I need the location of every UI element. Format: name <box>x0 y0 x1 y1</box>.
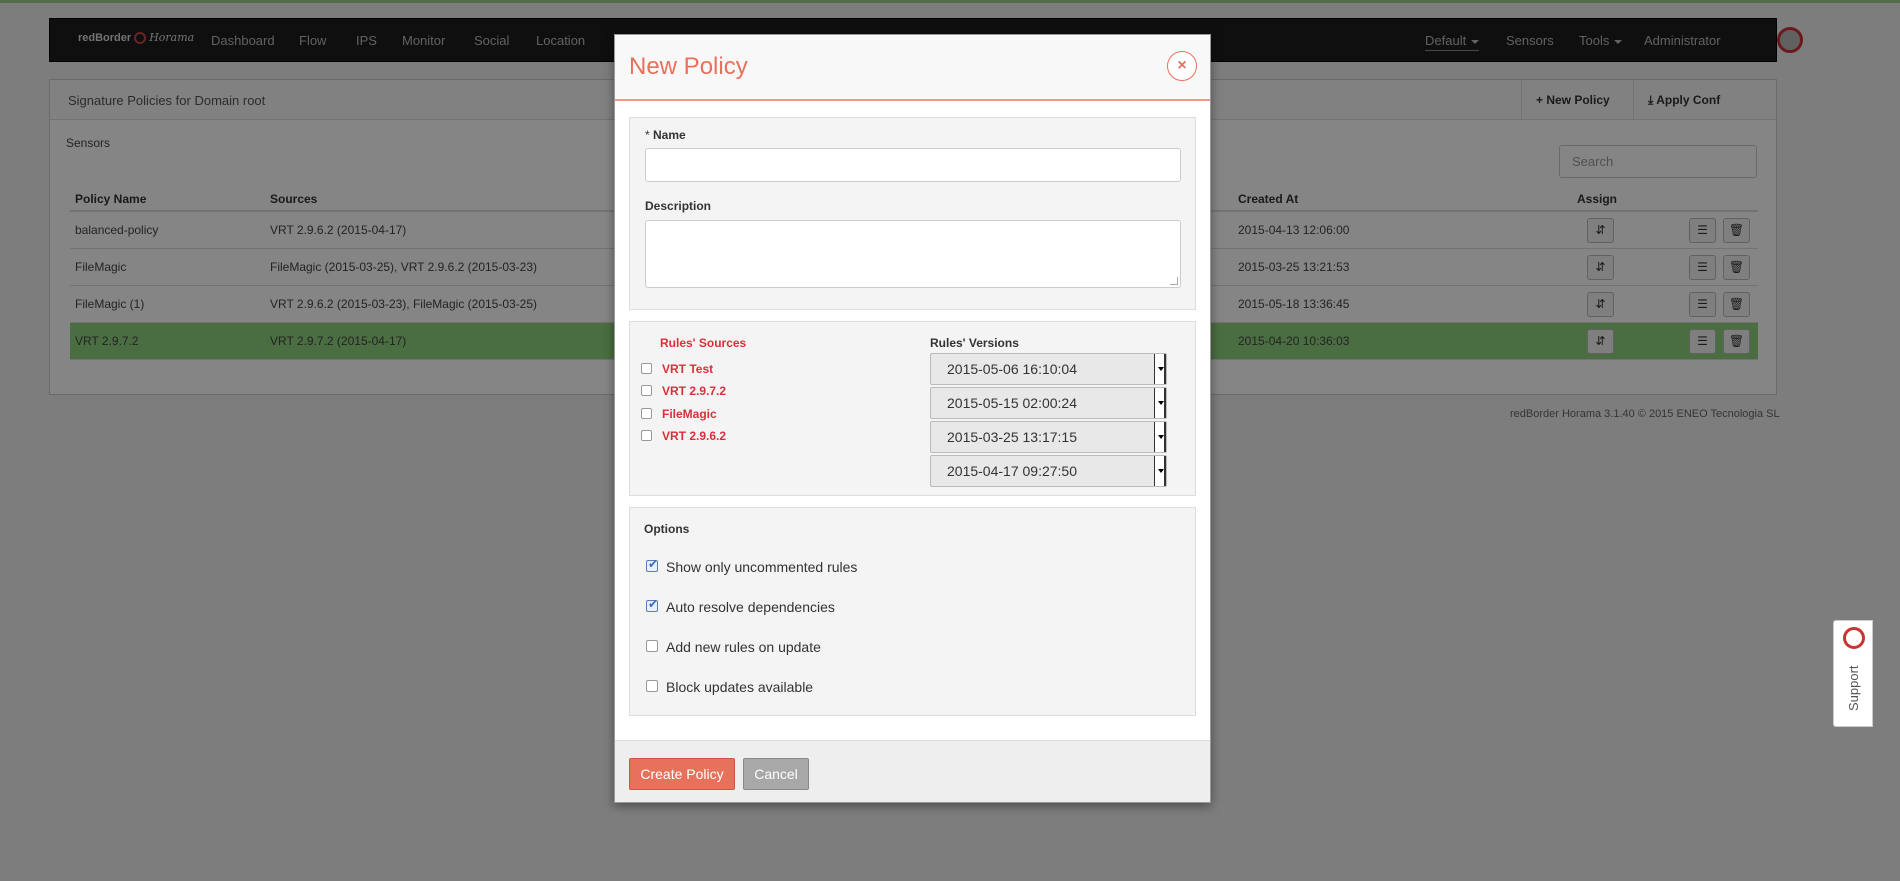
version-select-vrt-test[interactable]: 2015-05-06 16:10:04 <box>930 353 1167 385</box>
option-auto-resolve[interactable]: Auto resolve dependencies <box>646 597 835 615</box>
source-label: VRT 2.9.6.2 <box>662 429 727 443</box>
name-label: * Name <box>645 128 686 142</box>
name-label-text: Name <box>653 128 686 142</box>
options-fieldset: Options Show only uncommented rules Auto… <box>629 507 1196 716</box>
option-show-uncommented[interactable]: Show only uncommented rules <box>646 557 858 575</box>
rules-versions-title: Rules' Versions <box>930 336 1019 350</box>
support-label: Support <box>1846 665 1861 711</box>
source-vrt-2962[interactable]: VRT 2.9.6.2 <box>641 429 726 443</box>
name-input[interactable] <box>645 148 1181 182</box>
source-vrt-2972[interactable]: VRT 2.9.7.2 <box>641 384 726 398</box>
chevron-down-icon[interactable] <box>1154 354 1166 384</box>
version-select-filemagic[interactable]: 2015-03-25 13:17:15 <box>930 421 1167 453</box>
chevron-down-icon[interactable] <box>1154 388 1166 418</box>
modal-footer: Create Policy Cancel <box>615 740 1210 802</box>
version-select-vrt-2972[interactable]: 2015-05-15 02:00:24 <box>930 387 1167 419</box>
option-block-updates[interactable]: Block updates available <box>646 679 813 695</box>
option-add-new-rules[interactable]: Add new rules on update <box>646 639 821 655</box>
source-checkbox[interactable] <box>641 408 652 420</box>
version-value: 2015-04-17 09:27:50 <box>947 463 1077 479</box>
option-checkbox[interactable] <box>646 597 658 613</box>
source-checkbox[interactable] <box>641 363 652 375</box>
option-label: Add new rules on update <box>666 639 821 655</box>
option-label: Auto resolve dependencies <box>666 599 835 615</box>
option-checkbox[interactable] <box>646 680 658 693</box>
option-checkbox[interactable] <box>646 557 658 573</box>
source-checkbox[interactable] <box>641 385 652 397</box>
version-value: 2015-05-15 02:00:24 <box>947 395 1077 411</box>
description-textarea[interactable] <box>645 220 1181 288</box>
version-select-vrt-2962[interactable]: 2015-04-17 09:27:50 <box>930 455 1167 487</box>
version-value: 2015-03-25 13:17:15 <box>947 429 1077 445</box>
chevron-down-icon[interactable] <box>1154 422 1166 452</box>
source-vrt-test[interactable]: VRT Test <box>641 362 713 376</box>
modal-header: New Policy × <box>615 35 1210 101</box>
source-label: FileMagic <box>662 407 717 421</box>
source-filemagic[interactable]: FileMagic <box>641 407 717 421</box>
modal-title: New Policy <box>629 53 748 80</box>
support-logo-icon <box>1843 627 1865 649</box>
cancel-button[interactable]: Cancel <box>743 758 809 790</box>
support-tab[interactable]: Support <box>1833 620 1873 727</box>
description-label: Description <box>645 199 712 213</box>
resize-handle-icon[interactable] <box>1170 277 1178 285</box>
new-policy-modal: New Policy × * Name Description Rules' S… <box>614 34 1211 803</box>
option-checkbox[interactable] <box>646 640 658 653</box>
rules-sources-title: Rules' Sources <box>660 336 747 350</box>
rules-fieldset: Rules' Sources Rules' Versions VRT Test … <box>629 321 1196 496</box>
general-fieldset: * Name Description <box>629 117 1196 310</box>
source-label: VRT 2.9.7.2 <box>662 384 727 398</box>
create-policy-button[interactable]: Create Policy <box>629 758 735 790</box>
source-label: VRT Test <box>662 362 714 376</box>
version-value: 2015-05-06 16:10:04 <box>947 361 1077 377</box>
chevron-down-icon[interactable] <box>1154 456 1166 486</box>
source-checkbox[interactable] <box>641 430 652 442</box>
options-title: Options <box>644 522 690 536</box>
option-label: Show only uncommented rules <box>666 559 858 575</box>
required-marker: * <box>645 128 650 142</box>
option-label: Block updates available <box>666 679 814 695</box>
close-icon[interactable]: × <box>1167 51 1197 81</box>
